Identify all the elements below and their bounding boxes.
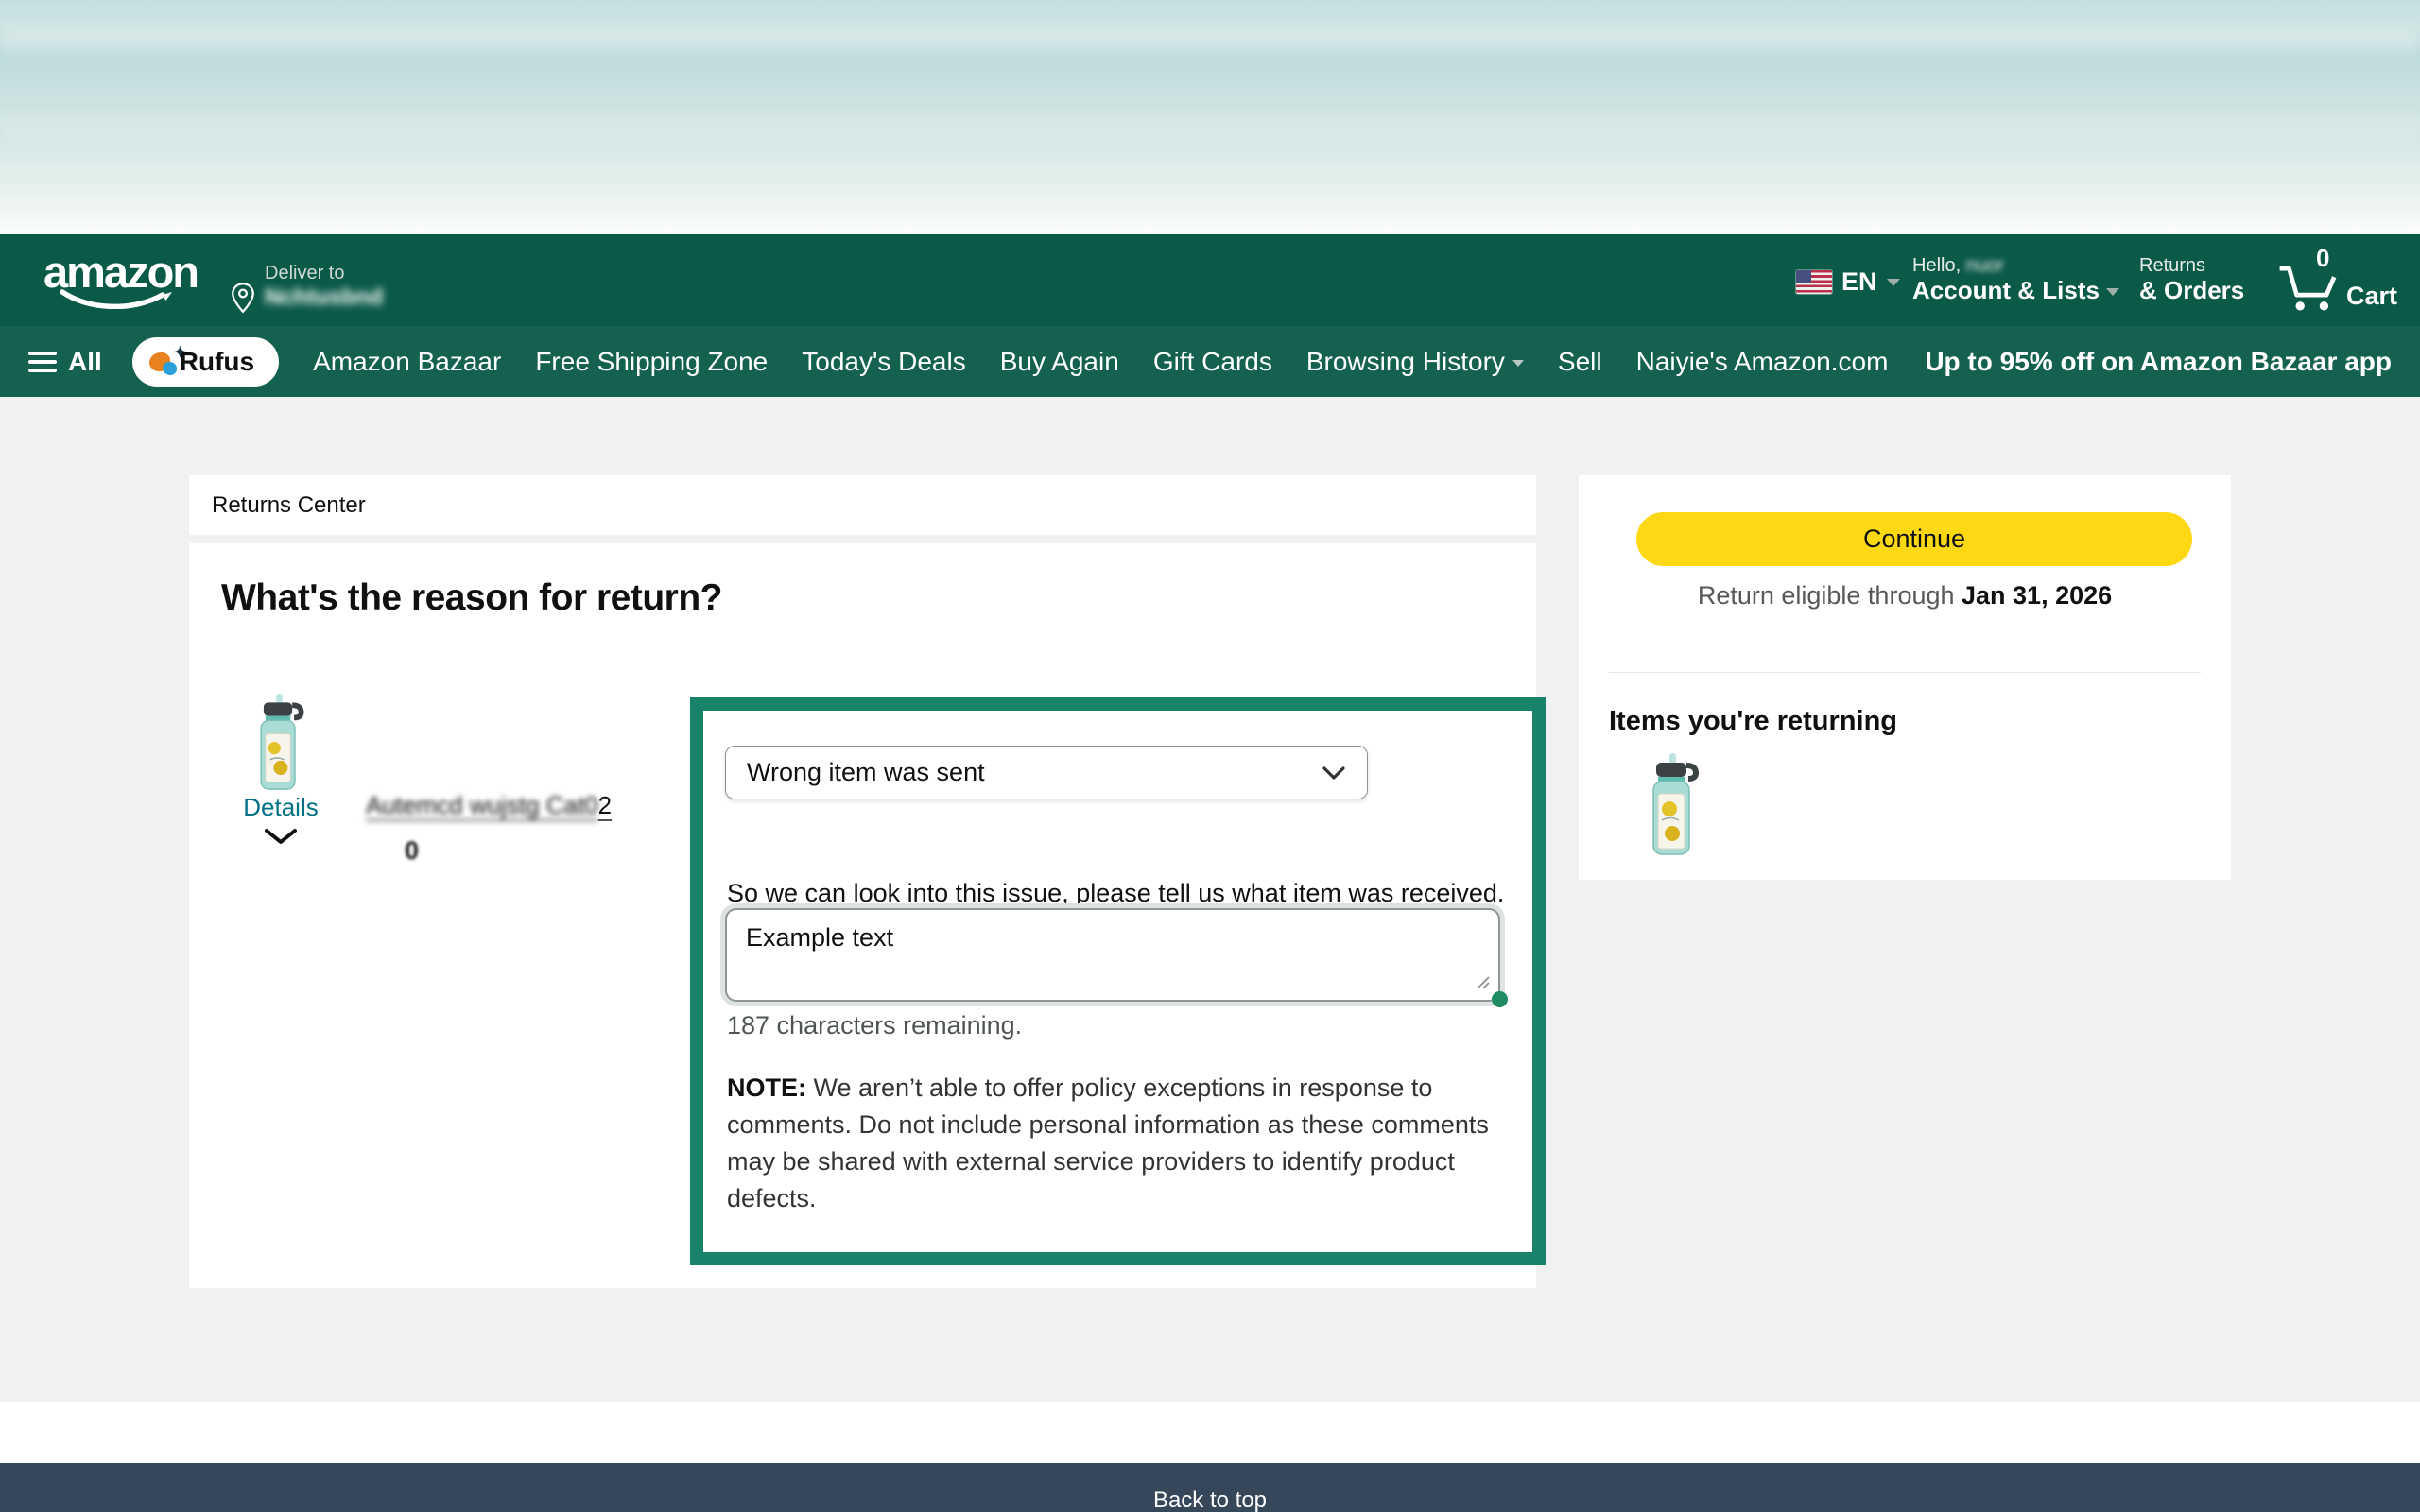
amazon-logo-text: amazon [43, 246, 198, 298]
details-chevron-down-icon[interactable] [263, 827, 299, 846]
return-eligible-text: Return eligible through Jan 31, 2026 [1579, 581, 2231, 610]
nav-item-buy-again[interactable]: Buy Again [1000, 347, 1119, 377]
hamburger-menu-icon[interactable] [28, 352, 57, 372]
orders-label: & Orders [2139, 277, 2244, 305]
breadcrumb-returns-center[interactable]: Returns Center [212, 492, 366, 519]
hello-label: Hello, [1912, 255, 1961, 276]
deliver-to-label: Deliver to [265, 263, 383, 284]
chevron-down-icon [1887, 279, 1900, 286]
divider [1609, 672, 2201, 673]
resize-grip-icon[interactable] [1476, 975, 1491, 990]
nav-item-free-shipping-zone[interactable]: Free Shipping Zone [535, 347, 768, 377]
reason-selected-value: Wrong item was sent [747, 758, 985, 787]
amazon-logo[interactable]: amazon [43, 246, 198, 309]
page-title: What's the reason for return? [221, 577, 722, 619]
continue-button[interactable]: Continue [1636, 512, 2192, 566]
language-selector[interactable]: EN [1796, 267, 1900, 297]
comment-label: So we can look into this issue, please t… [727, 879, 1504, 908]
nav-rufus-button[interactable]: ✦ Rufus [132, 337, 279, 387]
product-title: Autemcd wujstg Cat02 [366, 791, 612, 820]
nav-item-amazon-bazaar[interactable]: Amazon Bazaar [313, 347, 501, 377]
returns-label: Returns [2139, 255, 2244, 277]
return-reason-card: What's the reason for return? Details Au… [189, 543, 1536, 1288]
us-flag-icon [1796, 270, 1832, 294]
nav-item-sell[interactable]: Sell [1558, 347, 1602, 377]
nav-promo-banner[interactable]: Up to 95% off on Amazon Bazaar app [1925, 347, 2392, 377]
cart-button[interactable]: 0 Cart [2276, 255, 2409, 312]
site-header: amazon Deliver to Nchtusbnd All [0, 234, 2420, 326]
rufus-label: Rufus [180, 347, 254, 377]
deliver-to-location: Nchtusbnd [265, 284, 383, 311]
account-menu[interactable]: Hello, nuor Account & Lists [1912, 255, 2119, 305]
chevron-down-icon [2106, 288, 2119, 296]
cart-icon [2276, 261, 2344, 314]
returning-item-image[interactable] [1644, 747, 1701, 861]
deliver-to[interactable]: Deliver to Nchtusbnd [265, 263, 383, 311]
nav-all-button[interactable]: All [68, 347, 102, 377]
returns-orders[interactable]: Returns & Orders [2139, 255, 2244, 305]
account-lists-label: Account & Lists [1912, 276, 2100, 304]
items-returning-heading: Items you're returning [1609, 706, 1897, 737]
location-pin-icon [230, 282, 256, 318]
main-nav: All ✦ Rufus Amazon Bazaar Free Shipping … [0, 326, 2420, 397]
back-to-top-button[interactable]: Back to top [0, 1487, 2420, 1512]
return-summary-card: Continue Return eligible through Jan 31,… [1579, 475, 2231, 880]
reason-select[interactable]: Wrong item was sent [725, 746, 1368, 799]
cart-label: Cart [2346, 282, 2397, 311]
site-footer: Back to top [0, 1463, 2420, 1512]
nav-item-gift-cards[interactable]: Gift Cards [1153, 347, 1272, 377]
hello-name: nuor [1966, 255, 2004, 276]
footer-spacer [0, 1402, 2420, 1463]
product-image[interactable] [251, 693, 306, 791]
reason-panel: Wrong item was sent So we can look into … [690, 697, 1546, 1265]
cart-count: 0 [2316, 244, 2329, 273]
comment-textarea[interactable]: Example text [725, 908, 1500, 1002]
language-label: EN [1841, 267, 1877, 297]
nav-item-todays-deals[interactable]: Today's Deals [802, 347, 965, 377]
chevron-down-icon [1512, 360, 1524, 367]
nav-item-browsing-history[interactable]: Browsing History [1306, 347, 1524, 377]
cursor-dot [1492, 991, 1508, 1007]
hero-banner [0, 0, 2420, 234]
product-title-line2: 0 [405, 836, 419, 866]
rufus-icon-blue [163, 362, 177, 375]
chevron-down-icon [1322, 765, 1346, 781]
comment-field-wrapper: Example text [725, 908, 1500, 1002]
policy-note: NOTE: We aren’t able to offer policy exc… [727, 1070, 1513, 1217]
nav-item-naiyies-amazon[interactable]: Naiyie's Amazon.com [1636, 347, 1889, 377]
breadcrumb: Returns Center [189, 475, 1536, 535]
rufus-sparkle-icon: ✦ [174, 343, 186, 362]
details-link[interactable]: Details [238, 793, 323, 822]
characters-remaining: 187 characters remaining. [727, 1011, 1022, 1040]
